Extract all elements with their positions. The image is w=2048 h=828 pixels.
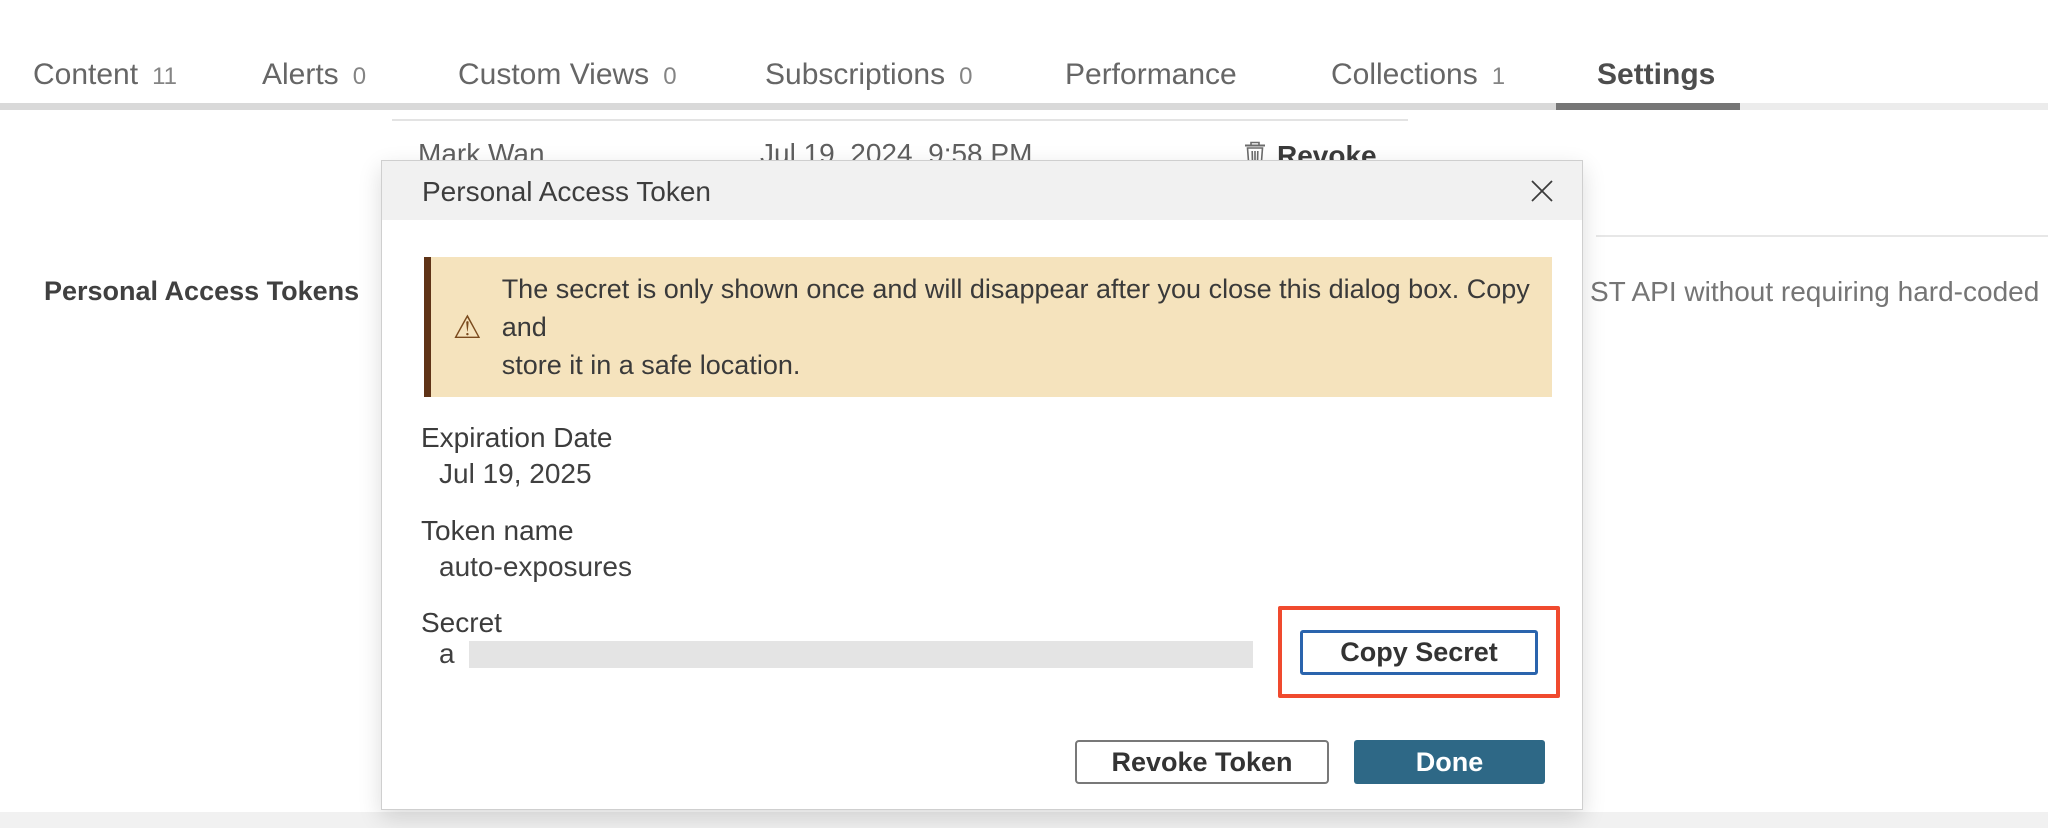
- expiration-date-value: Jul 19, 2025: [439, 458, 592, 490]
- tab-custom-views[interactable]: Custom Views 0: [458, 58, 677, 92]
- dialog-header: Personal Access Token: [382, 161, 1582, 220]
- tab-label: Content: [33, 58, 138, 92]
- warning-icon: ⚠: [453, 311, 482, 343]
- copy-secret-highlight: Copy Secret: [1278, 606, 1560, 698]
- page: Content 11 Alerts 0 Custom Views 0 Subscrip…: [0, 0, 2048, 828]
- tab-label: Alerts: [262, 58, 339, 92]
- tab-label: Subscriptions: [765, 58, 945, 92]
- tab-collections[interactable]: Collections 1: [1331, 58, 1505, 92]
- tab-label: Performance: [1065, 58, 1237, 92]
- tab-label: Custom Views: [458, 58, 649, 92]
- token-name-value: auto-exposures: [439, 551, 632, 583]
- table-row-divider: [392, 119, 1408, 121]
- warning-banner: ⚠ The secret is only shown once and will…: [424, 257, 1552, 397]
- warning-message: The secret is only shown once and will d…: [502, 270, 1552, 384]
- tab-subscriptions[interactable]: Subscriptions 0: [765, 58, 972, 92]
- tab-count: 0: [959, 63, 972, 91]
- tab-settings[interactable]: Settings: [1597, 58, 1715, 92]
- settings-description-fragment: ST API without requiring hard-coded: [1590, 276, 2039, 308]
- page-footer-strip: [0, 812, 2048, 828]
- dialog-footer: Revoke Token Done: [1075, 740, 1545, 784]
- close-icon[interactable]: [1528, 177, 1556, 205]
- tab-count: 0: [663, 63, 676, 91]
- warning-line: The secret is only shown once and will d…: [502, 270, 1552, 346]
- tab-bar: Content 11 Alerts 0 Custom Views 0 Subscrip…: [0, 0, 2048, 110]
- tab-label: Settings: [1597, 58, 1715, 92]
- secret-label: Secret: [421, 607, 502, 639]
- secret-value-row: a: [439, 638, 1253, 670]
- revoke-token-button[interactable]: Revoke Token: [1075, 740, 1329, 784]
- tab-label: Collections: [1331, 58, 1478, 92]
- expiration-date-label: Expiration Date: [421, 422, 612, 454]
- personal-access-token-dialog: Personal Access Token ⚠ The secret is on…: [381, 160, 1583, 810]
- secret-visible-char: a: [439, 638, 455, 670]
- tab-alerts[interactable]: Alerts 0: [262, 58, 366, 92]
- section-divider: [1596, 235, 2048, 237]
- tab-underline-track: [0, 103, 2048, 110]
- tab-performance[interactable]: Performance: [1065, 58, 1237, 92]
- copy-secret-button[interactable]: Copy Secret: [1300, 630, 1538, 675]
- token-name-label: Token name: [421, 515, 574, 547]
- secret-masked-bar: [469, 641, 1253, 668]
- tab-count: 1: [1492, 63, 1505, 91]
- tab-count: 11: [152, 63, 177, 91]
- tab-content[interactable]: Content 11: [33, 58, 177, 92]
- dialog-title: Personal Access Token: [422, 176, 711, 208]
- personal-access-tokens-heading: Personal Access Tokens: [44, 276, 359, 307]
- tab-count: 0: [353, 63, 366, 91]
- done-button[interactable]: Done: [1354, 740, 1545, 784]
- warning-line: store it in a safe location.: [502, 346, 1552, 384]
